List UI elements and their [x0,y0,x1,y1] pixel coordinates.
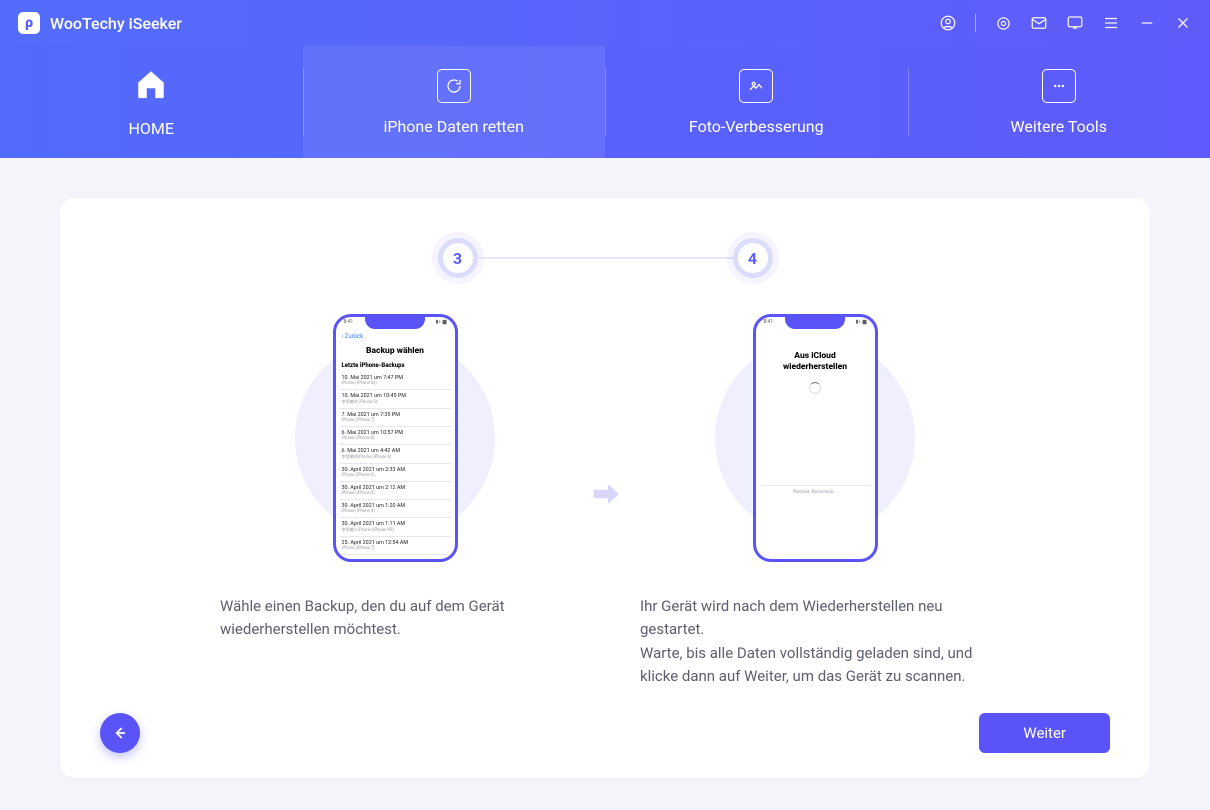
phone1-backup-list: 10. Mai 2021 um 7:47 PMiPhone (iPhone 6s… [340,372,451,555]
list-item: 10. Mai 2021 um 10:45 PM李思敏的 iPhone 5s [340,390,451,409]
list-item: 25. April 2021 um 12:54 AMiPhone (iPhone… [340,537,451,555]
phone2-sub: Restzeit: Berechnen... [760,485,871,495]
target-icon[interactable] [994,14,1012,32]
nav-recover[interactable]: iPhone Daten retten [303,46,606,158]
list-item: 7. Mai 2021 um 7:35 PMiPhone (iPhone 7) [340,409,451,427]
minimize-icon[interactable] [1138,14,1156,32]
refresh-icon [437,69,471,103]
step-4-caption: Ihr Gerät wird nach dem Wiederherstellen… [635,595,995,688]
more-icon [1042,69,1076,103]
main-nav: HOME iPhone Daten retten Foto-Verbesseru… [0,46,1210,158]
content-card: 3 4 8:41▮◗ ▆ ‹ Zurück Backup wählen Letz… [60,198,1150,778]
list-item: 6. Mai 2021 um 4:42 AM李思敏的iPhone (iPhone… [340,445,451,464]
list-item: 30. April 2021 um 2:33 AMiPhone (iPhone … [340,464,451,482]
list-item: 10. Mai 2021 um 7:47 PMiPhone (iPhone 6s… [340,372,451,390]
list-item: 30. April 2021 um 1:20 AMiPhone (iPhone … [340,500,451,518]
feedback-icon[interactable] [1066,14,1084,32]
app-title: WooTechy iSeeker [50,14,182,33]
nav-photo[interactable]: Foto-Verbesserung [605,46,908,158]
spinner-icon [809,382,821,394]
nav-more-label: Weitere Tools [1010,117,1107,136]
photo-icon [739,69,773,103]
phone2-title: Aus iCloudwiederherstellen [760,331,871,372]
step-badge-3: 3 [438,238,478,278]
nav-recover-label: iPhone Daten retten [384,117,524,136]
step-connector [478,257,733,259]
step-4-column: 8:41▮◗ ▆ Aus iCloudwiederherstellen Rest… [635,303,995,688]
home-icon [134,67,168,105]
back-button[interactable] [100,713,140,753]
step-3-caption: Wähle einen Backup, den du auf dem Gerät… [215,595,575,642]
account-icon[interactable] [939,14,957,32]
phone-mock-restore: 8:41▮◗ ▆ Aus iCloudwiederherstellen Rest… [753,314,878,562]
list-item: 30. April 2021 um 1:11 AM李思敏's iPhone (i… [340,518,451,537]
titlebar: ρ WooTechy iSeeker [0,0,1210,46]
nav-more[interactable]: Weitere Tools [908,46,1210,158]
steps-header: 3 4 [120,238,1090,278]
phone-mock-backup: 8:41▮◗ ▆ ‹ Zurück Backup wählen Letzte i… [333,314,458,562]
list-item: 6. Mai 2021 um 10:57 PMiPhone (iPhone 8) [340,427,451,445]
list-item: 30. April 2021 um 2:12 AMiPhone (iPhone … [340,482,451,500]
next-button[interactable]: Weiter [979,713,1110,753]
close-icon[interactable] [1174,14,1192,32]
step-badge-4: 4 [733,238,773,278]
arrow-right-icon [588,477,622,515]
mail-icon[interactable] [1030,14,1048,32]
nav-home-label: HOME [129,119,174,138]
menu-icon[interactable] [1102,14,1120,32]
nav-photo-label: Foto-Verbesserung [689,117,824,136]
nav-home[interactable]: HOME [0,46,303,158]
phone1-title: Backup wählen [340,342,451,360]
app-logo: ρ [18,12,40,34]
phone1-subheader: Letzte iPhone-Backups [340,360,451,372]
step-3-column: 8:41▮◗ ▆ ‹ Zurück Backup wählen Letzte i… [215,303,575,642]
phone1-back-label: ‹ Zurück [340,331,451,342]
